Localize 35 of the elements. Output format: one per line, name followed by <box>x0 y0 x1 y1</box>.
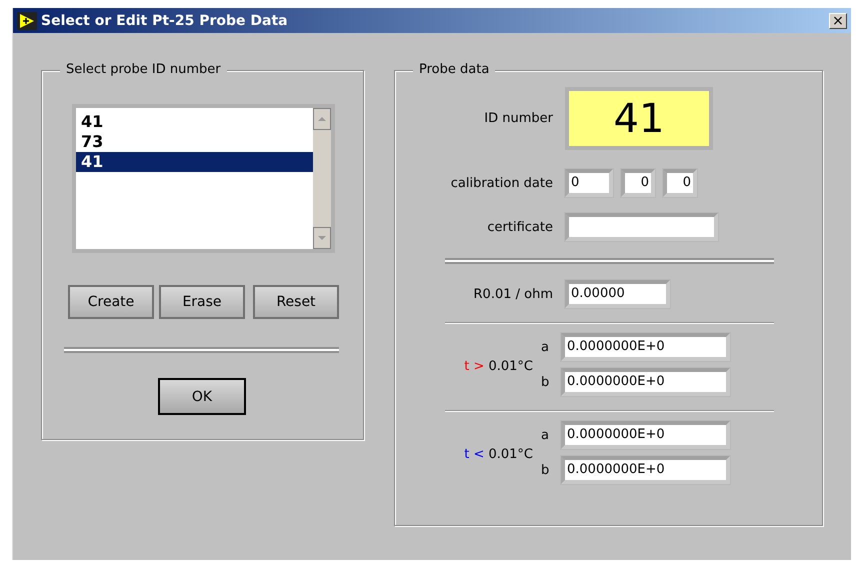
coefficient-label: a <box>541 428 550 442</box>
coefficient-field[interactable]: 0.0000000E+0 <box>561 421 730 449</box>
action-button[interactable]: Create <box>68 285 154 319</box>
list-item[interactable]: 41 <box>76 152 313 172</box>
list-item[interactable]: 73 <box>76 132 313 152</box>
scrollbar[interactable] <box>313 108 331 249</box>
action-button[interactable]: Erase <box>159 285 245 319</box>
id-display: 41 <box>565 87 713 150</box>
action-button[interactable]: Reset <box>253 285 339 319</box>
coefficient-field[interactable]: 0.0000000E+0 <box>561 333 730 361</box>
window-title: Select or Edit Pt-25 Probe Data <box>41 12 289 28</box>
field-label: calibration date <box>450 176 553 190</box>
probe-list[interactable]: 41 73 41 <box>72 104 335 253</box>
ok-button[interactable]: OK <box>158 378 246 415</box>
scroll-up-icon[interactable] <box>313 108 331 130</box>
range-label: t > 0.01°C <box>463 358 533 374</box>
coefficient-field[interactable]: 0.0000000E+0 <box>561 456 730 484</box>
list-item[interactable]: 41 <box>76 112 313 132</box>
date-field[interactable]: 0 <box>565 169 613 197</box>
coefficient-label: a <box>541 340 550 354</box>
app-icon <box>17 12 37 30</box>
scroll-down-icon[interactable] <box>313 227 331 249</box>
date-field[interactable]: 0 <box>621 169 655 197</box>
resistance-field[interactable]: 0.00000 <box>565 280 670 308</box>
group-title: Select probe ID number <box>60 62 227 77</box>
date-field[interactable]: 0 <box>663 169 697 197</box>
coefficient-field[interactable]: 0.0000000E+0 <box>561 368 730 396</box>
certificate-field[interactable] <box>565 213 718 241</box>
field-label: R0.01 / ohm <box>472 286 553 302</box>
field-label: certificate <box>486 220 553 234</box>
close-button[interactable]: × <box>829 12 847 28</box>
field-label: ID number <box>483 111 553 126</box>
coefficient-label: b <box>541 462 550 478</box>
coefficient-label: b <box>541 374 550 390</box>
range-label: t < 0.01°C <box>463 446 533 462</box>
